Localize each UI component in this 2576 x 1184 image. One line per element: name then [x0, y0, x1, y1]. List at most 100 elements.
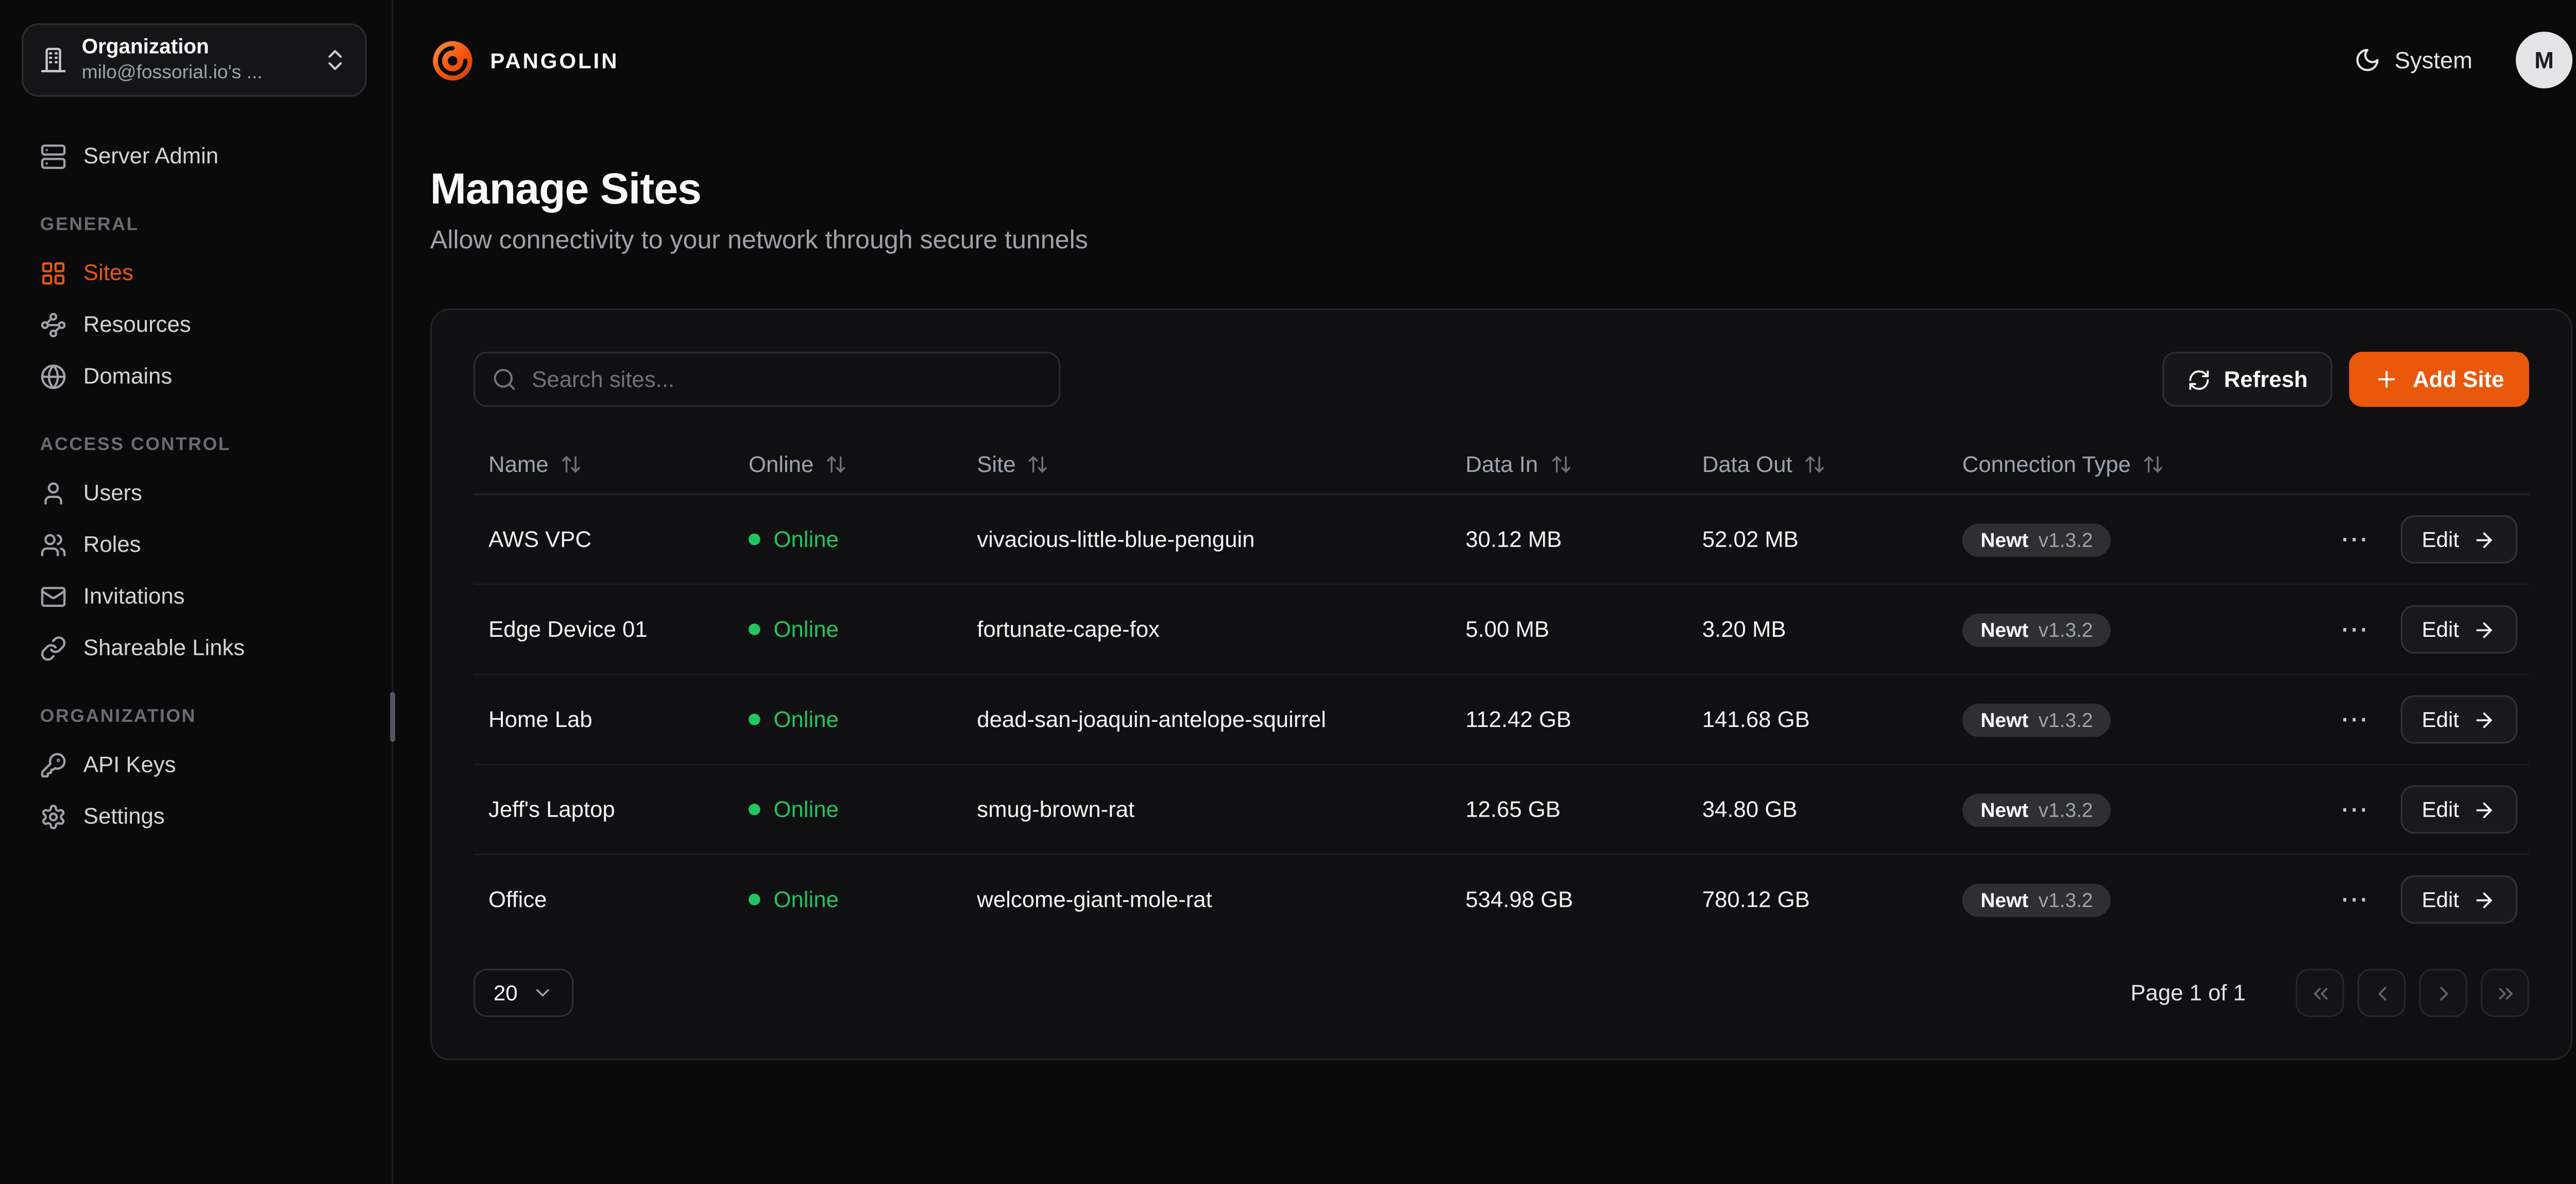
cell-data-in: 534.98 GB: [1450, 887, 1687, 912]
connection-type-version: v1.3.2: [2039, 529, 2093, 549]
column-header-data-in[interactable]: Data In: [1450, 451, 1687, 476]
cell-connection-type: Newt v1.3.2: [1947, 793, 2318, 826]
previous-page-button[interactable]: [2358, 969, 2406, 1017]
connection-type-badge: Newt v1.3.2: [1962, 883, 2111, 916]
online-status-dot: [749, 804, 760, 816]
edit-label: Edit: [2422, 527, 2460, 552]
connection-type-name: Newt: [1980, 800, 2028, 820]
brand: PANGOLIN: [430, 38, 619, 82]
cell-actions: ⋯ Edit: [2318, 875, 2529, 924]
next-page-button[interactable]: [2419, 969, 2467, 1017]
connection-type-badge: Newt v1.3.2: [1962, 613, 2111, 646]
cell-site-name: Edge Device 01: [473, 617, 734, 642]
brand-name: PANGOLIN: [490, 47, 619, 73]
pangolin-logo-icon: [430, 38, 475, 82]
cell-tunnel-name: vivacious-little-blue-penguin: [962, 527, 1450, 552]
sidebar-item-invitations[interactable]: Invitations: [13, 570, 379, 622]
chevrons-right-icon: [2493, 981, 2516, 1004]
sidebar-item-roles[interactable]: Roles: [13, 518, 379, 570]
cell-online-status: Online: [734, 887, 962, 912]
search-container: [473, 352, 1060, 407]
cell-connection-type: Newt v1.3.2: [1947, 522, 2318, 556]
connection-type-name: Newt: [1980, 529, 2028, 549]
row-menu-button[interactable]: ⋯: [2333, 882, 2375, 917]
first-page-button[interactable]: [2296, 969, 2344, 1017]
column-header-connection-type[interactable]: Connection Type: [1947, 451, 2514, 476]
org-switcher-text: Organization milo@fossorial.io's ...: [82, 35, 307, 85]
key-icon: [40, 751, 67, 778]
sidebar-item-users[interactable]: Users: [13, 467, 379, 518]
edit-label: Edit: [2422, 617, 2460, 642]
chevron-right-icon: [2432, 981, 2455, 1004]
row-menu-button[interactable]: ⋯: [2333, 702, 2375, 737]
online-status-dot: [749, 623, 760, 635]
sidebar-item-settings[interactable]: Settings: [13, 790, 379, 842]
last-page-button[interactable]: [2481, 969, 2529, 1017]
connection-type-version: v1.3.2: [2039, 800, 2093, 820]
edit-label: Edit: [2422, 797, 2460, 822]
users-icon: [40, 531, 67, 558]
column-header-site[interactable]: Site: [962, 451, 1450, 476]
search-input[interactable]: [473, 352, 1060, 407]
cell-data-in: 12.65 GB: [1450, 797, 1687, 822]
theme-toggle-button[interactable]: System: [2345, 45, 2483, 75]
avatar[interactable]: M: [2516, 31, 2572, 88]
edit-button[interactable]: Edit: [2400, 785, 2518, 834]
cell-online-status: Online: [734, 527, 962, 552]
cell-online-status: Online: [734, 797, 962, 822]
cell-site-name: Office: [473, 887, 734, 912]
server-icon: [40, 143, 67, 170]
row-menu-button[interactable]: ⋯: [2333, 612, 2375, 647]
org-switcher-title: Organization: [82, 35, 307, 61]
gear-icon: [40, 803, 67, 830]
connection-type-badge: Newt v1.3.2: [1962, 522, 2111, 556]
connection-type-version: v1.3.2: [2039, 709, 2093, 730]
add-site-button[interactable]: Add Site: [2349, 352, 2529, 407]
app-root: Organization milo@fossorial.io's ... Ser…: [0, 0, 2576, 1184]
cell-data-out: 3.20 MB: [1687, 617, 1947, 642]
nav-section-heading-organization: ORGANIZATION: [13, 707, 379, 727]
sidebar-item-label: Settings: [83, 804, 165, 829]
edit-button[interactable]: Edit: [2400, 515, 2518, 564]
page-header: Manage Sites Allow connectivity to your …: [394, 120, 2576, 257]
sort-icon: [825, 453, 847, 475]
row-menu-button[interactable]: ⋯: [2333, 522, 2375, 557]
edit-button[interactable]: Edit: [2400, 605, 2518, 654]
main-content: PANGOLIN System M Manage Sites Allow con…: [394, 0, 2576, 1184]
refresh-button[interactable]: Refresh: [2162, 352, 2333, 407]
cell-tunnel-name: smug-brown-rat: [962, 797, 1450, 822]
sidebar-scrollbar-thumb[interactable]: [390, 692, 395, 742]
sidebar-item-sites[interactable]: Sites: [13, 247, 379, 298]
sidebar-item-domains[interactable]: Domains: [13, 350, 379, 402]
edit-button[interactable]: Edit: [2400, 875, 2518, 924]
sort-icon: [560, 453, 582, 475]
row-menu-button[interactable]: ⋯: [2333, 792, 2375, 827]
column-header-online[interactable]: Online: [734, 451, 962, 476]
page-subtitle: Allow connectivity to your network throu…: [430, 227, 2572, 257]
edit-button[interactable]: Edit: [2400, 695, 2518, 743]
add-site-label: Add Site: [2413, 367, 2504, 392]
connection-type-version: v1.3.2: [2039, 619, 2093, 639]
column-header-name[interactable]: Name: [473, 451, 734, 476]
online-status-label: Online: [774, 797, 839, 822]
arrow-right-icon: [2472, 888, 2496, 911]
edit-label: Edit: [2422, 887, 2460, 912]
sidebar-item-server-admin[interactable]: Server Admin: [13, 130, 379, 181]
page-size-select[interactable]: 20: [473, 969, 574, 1017]
table-row: Edge Device 01 Online fortunate-cape-fox…: [473, 585, 2529, 675]
sidebar-item-api-keys[interactable]: API Keys: [13, 739, 379, 790]
column-header-data-out[interactable]: Data Out: [1687, 451, 1947, 476]
theme-label: System: [2395, 47, 2472, 74]
cell-tunnel-name: welcome-giant-mole-rat: [962, 887, 1450, 912]
sidebar-item-resources[interactable]: Resources: [13, 298, 379, 350]
connection-type-name: Newt: [1980, 709, 2028, 730]
table-body: AWS VPC Online vivacious-little-blue-pen…: [473, 495, 2529, 943]
online-status-label: Online: [774, 617, 839, 642]
cell-tunnel-name: dead-san-joaquin-antelope-squirrel: [962, 707, 1450, 732]
cell-online-status: Online: [734, 707, 962, 732]
org-switcher[interactable]: Organization milo@fossorial.io's ...: [22, 23, 367, 96]
sidebar-item-label: Invitations: [83, 584, 185, 609]
search-icon: [492, 367, 517, 392]
chevrons-up-down-icon: [322, 47, 349, 74]
sidebar-item-shareable-links[interactable]: Shareable Links: [13, 622, 379, 673]
